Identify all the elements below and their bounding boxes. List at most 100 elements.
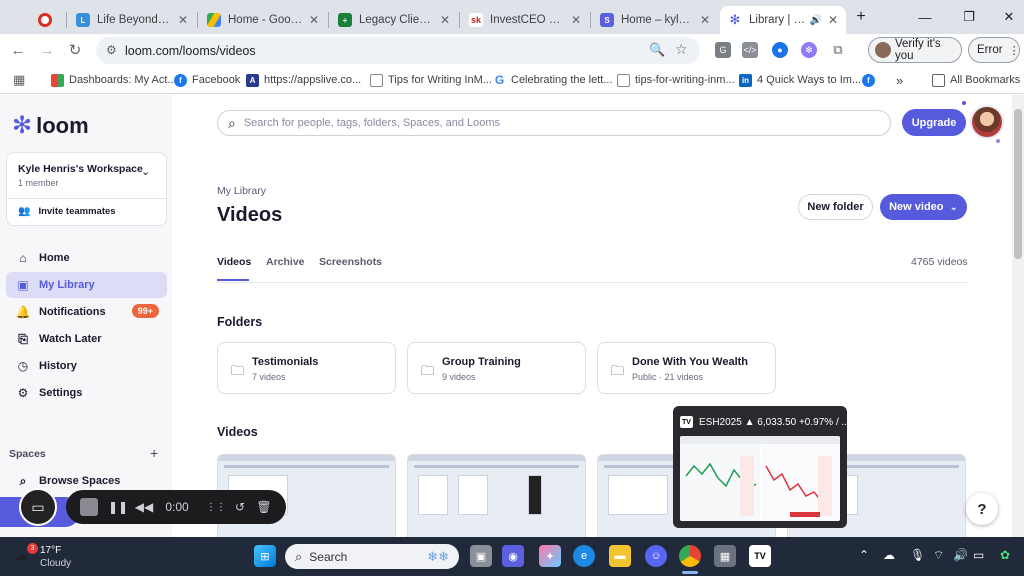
wifi-icon[interactable]: ⌔ (933, 548, 944, 563)
folder-card[interactable]: 🗀 Group Training 9 videos (407, 342, 586, 394)
sidebar-item-history[interactable]: ◷ History (6, 353, 167, 379)
loom-logo[interactable]: ✻ loom (12, 111, 89, 140)
battery-icon[interactable]: ▭ (973, 548, 984, 562)
forward-button[interactable]: → (37, 40, 57, 60)
apps-icon[interactable]: ▦ (13, 72, 25, 88)
back-button[interactable]: ← (8, 40, 28, 60)
close-window-button[interactable]: ✕ (994, 6, 1024, 28)
minimize-button[interactable]: — (910, 6, 940, 28)
sidebar-item-my-library[interactable]: ▣ My Library (6, 272, 167, 298)
candle-chart-preview (680, 436, 840, 521)
windows-start-icon[interactable]: ⊞ (254, 545, 276, 567)
camera-bubble-button[interactable]: ▭ (19, 488, 57, 526)
help-button[interactable]: ? (966, 493, 998, 525)
sidebar-item-watch-later[interactable]: ⎘ Watch Later (6, 326, 167, 352)
new-tab-button[interactable]: + (846, 6, 876, 28)
page-scrollbar[interactable] (1012, 95, 1024, 537)
copilot-tray-icon[interactable]: ✿ (1000, 548, 1010, 562)
close-icon[interactable]: ✕ (440, 13, 450, 27)
tab-home-kylehenr[interactable]: S Home – kylehenr ✕ (592, 6, 718, 34)
tab-recording[interactable] (30, 6, 64, 34)
edge-icon[interactable]: e (573, 545, 595, 567)
restart-button[interactable]: ↺ (232, 498, 248, 516)
tab-google-drive[interactable]: Home - Google D ✕ (199, 6, 327, 34)
taskbar-preview-popup[interactable]: TV ESH2025 ▲ 6,033.50 +0.97% / ... (673, 406, 847, 528)
bookmark-celebrating[interactable]: G Celebrating the lett... (493, 72, 613, 88)
calculator-icon[interactable]: ▦ (714, 545, 736, 567)
folder-card[interactable]: 🗀 Testimonials 7 videos (217, 342, 396, 394)
folder-card[interactable]: 🗀 Done With You Wealth Public · 21 video… (597, 342, 776, 394)
chrome-icon[interactable] (679, 545, 701, 567)
speaker-icon[interactable]: 🔊 (809, 15, 821, 26)
close-icon[interactable]: ✕ (571, 13, 581, 27)
folder-icon: 🗀 (231, 363, 245, 378)
tab-life-beyond-latte[interactable]: L Life Beyond Latte ✕ (68, 6, 196, 34)
bookmarks-more-button[interactable]: » (896, 72, 903, 88)
task-view-icon[interactable]: ▣ (470, 545, 492, 567)
bookmark-tips-writing[interactable]: Tips for Writing InM... (370, 72, 492, 88)
volume-icon[interactable]: 🔊 (953, 548, 968, 562)
microphone-icon[interactable]: 🎙 (910, 548, 925, 562)
sidebar-item-notifications[interactable]: 🔔 Notifications 99+ (6, 299, 167, 325)
code-ext-icon[interactable]: </> (742, 42, 758, 58)
workspace-members: 1 member (18, 178, 59, 188)
workspace-switcher[interactable]: Kyle Henris's Workspace 1 member ⌄ 👥 Inv… (6, 152, 167, 226)
breadcrumb[interactable]: My Library (217, 185, 266, 197)
tab-library-loom[interactable]: ✻ Library | Loom 🔊 ✕ (720, 6, 846, 34)
notification-badge: 99+ (131, 304, 159, 318)
new-video-button[interactable]: New video ⌄ (880, 194, 967, 220)
tab-screenshots[interactable]: Screenshots (319, 256, 382, 268)
tab-legacy-client[interactable]: + Legacy Client Act ✕ (330, 6, 458, 34)
global-search-input[interactable]: ⌕ Search for people, tags, folders, Spac… (217, 110, 891, 136)
recording-toolbar: ❚❚ ◀◀ 0:00 ⋮⋮ ↺ 🗑 (66, 490, 286, 524)
onedrive-icon[interactable]: ☁ (883, 548, 895, 562)
video-thumbnail[interactable] (407, 454, 586, 537)
bookmark-tips-for-writing[interactable]: tips-for-writing-inm... (617, 72, 735, 88)
stop-button[interactable] (80, 498, 98, 516)
sidebar-item-home[interactable]: ⌂ Home (6, 245, 167, 271)
bookmark-appslive[interactable]: Ahttps://appslive.co... (246, 72, 361, 88)
zoom-icon[interactable]: 🔍 (649, 42, 665, 58)
grammarly-ext-icon[interactable]: G (715, 42, 731, 58)
file-explorer-icon[interactable]: ▬ (609, 545, 631, 567)
close-icon[interactable]: ✕ (309, 13, 319, 27)
invite-teammates-button[interactable]: 👥 Invite teammates (18, 206, 116, 217)
taskbar-search[interactable]: ⌕ Search ❄❄ (285, 544, 459, 569)
upgrade-button[interactable]: Upgrade (902, 109, 966, 136)
tab-investceo[interactable]: sk InvestCEO Board ✕ (461, 6, 589, 34)
close-icon[interactable]: ✕ (828, 13, 838, 27)
user-avatar[interactable] (970, 105, 1004, 139)
tradingview-icon[interactable]: TV (749, 545, 771, 567)
bookmark-quick-ways[interactable]: in 4 Quick Ways to Im... (739, 72, 861, 88)
sidebar-item-settings[interactable]: ⚙ Settings (6, 380, 167, 406)
tab-videos[interactable]: Videos (217, 256, 251, 268)
all-bookmarks-button[interactable]: All Bookmarks (932, 72, 1020, 88)
bookmark-dashboards[interactable]: Dashboards: My Act... (51, 72, 177, 88)
rewind-button[interactable]: ◀◀ (135, 498, 153, 516)
pause-button[interactable]: ❚❚ (108, 498, 128, 516)
error-menu-button[interactable]: Error ⋮ (968, 37, 1020, 63)
circle-ext-icon[interactable]: ● (772, 42, 788, 58)
new-folder-button[interactable]: New folder (798, 194, 873, 220)
copilot-icon[interactable]: ✦ (539, 545, 561, 567)
verify-profile-button[interactable]: Verify it's you (868, 37, 962, 63)
scrollbar-thumb[interactable] (1014, 109, 1022, 259)
extensions-icon[interactable]: ⧉ (830, 42, 846, 58)
trash-icon[interactable]: 🗑 (256, 498, 272, 516)
address-bar[interactable]: ⚙ loom.com/looms/videos 🔍 ☆ (96, 37, 700, 64)
close-icon[interactable]: ✕ (700, 13, 710, 27)
tab-archive[interactable]: Archive (266, 256, 305, 268)
discord-icon[interactable]: ☺ (645, 545, 667, 567)
loom-ext-icon[interactable]: ✻ (801, 42, 817, 58)
teams-icon[interactable]: ◉ (502, 545, 524, 567)
add-space-button[interactable]: + (150, 445, 158, 461)
grid-icon[interactable]: ⋮⋮ (206, 498, 226, 516)
site-settings-icon[interactable]: ⚙ (106, 43, 117, 57)
bookmark-facebook[interactable]: f Facebook (174, 72, 240, 88)
reload-button[interactable]: ↻ (65, 40, 85, 60)
bookmark-facebook-2[interactable]: f (862, 72, 880, 88)
close-icon[interactable]: ✕ (178, 13, 188, 27)
star-icon[interactable]: ☆ (675, 41, 688, 58)
tray-expand-icon[interactable]: ⌃ (859, 548, 869, 562)
restore-button[interactable]: ❐ (954, 6, 984, 28)
